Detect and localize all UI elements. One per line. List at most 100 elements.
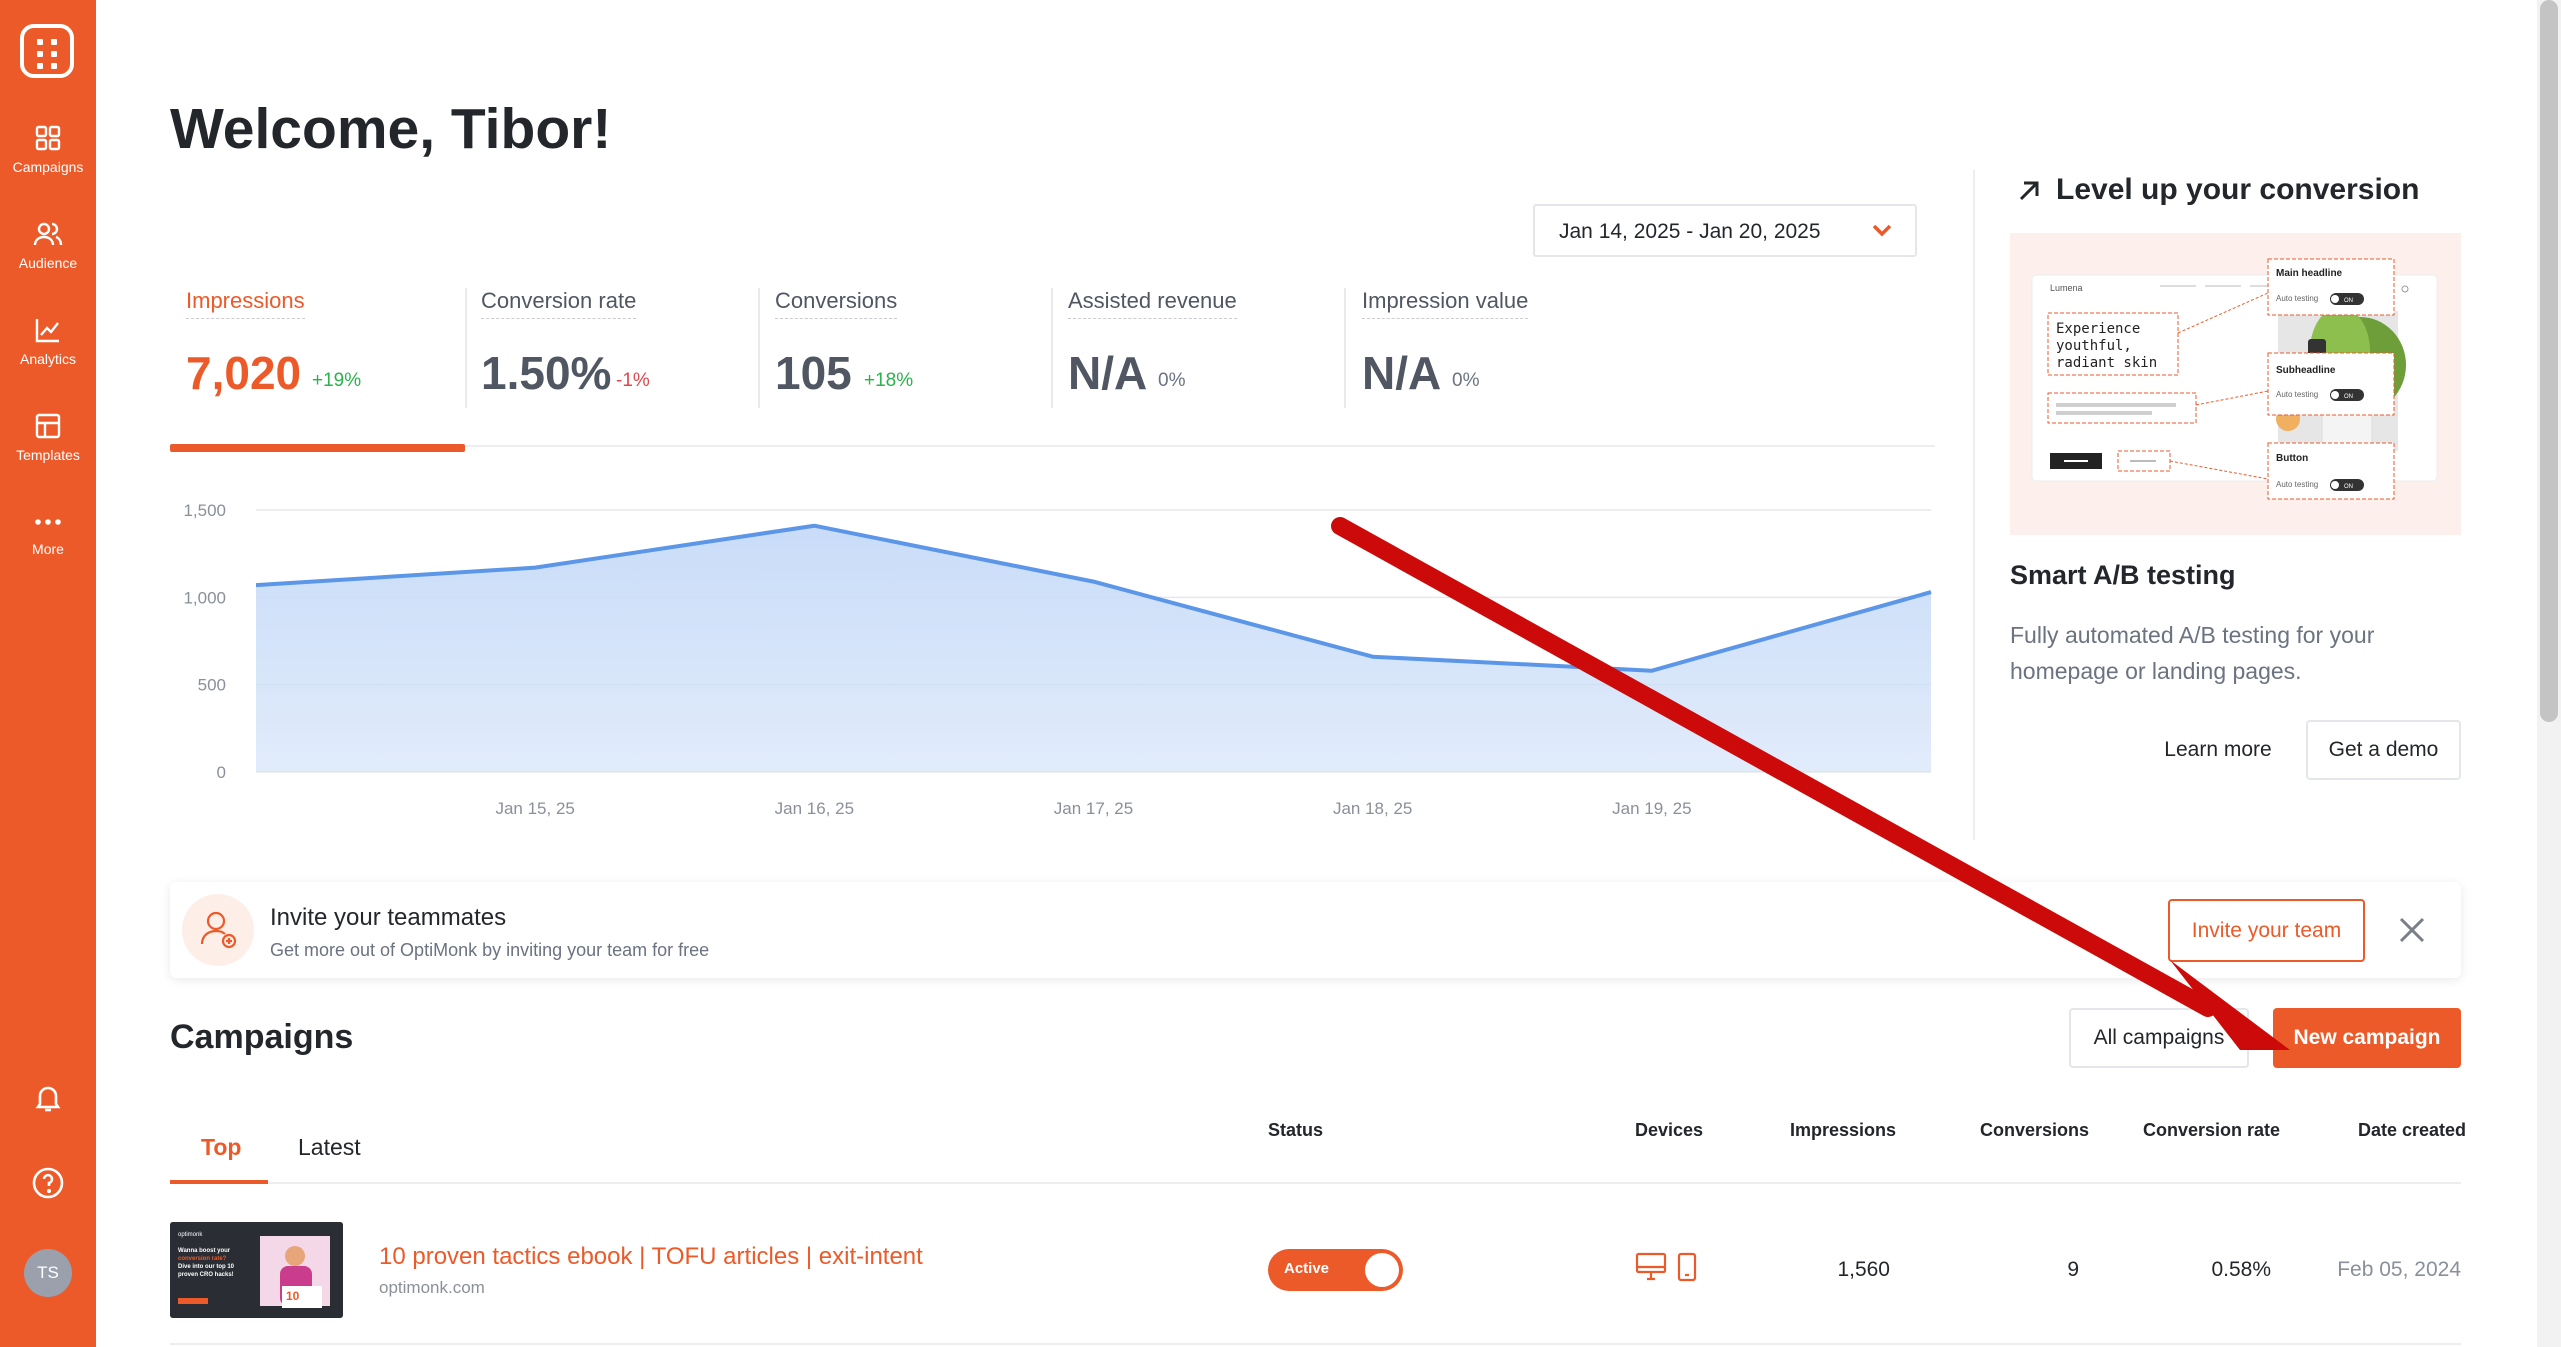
chevron-down-icon bbox=[1872, 224, 1892, 237]
kpi-divider bbox=[465, 288, 467, 408]
sidebar-item-label: Templates bbox=[16, 447, 80, 463]
desktop-icon bbox=[1635, 1252, 1667, 1281]
kpi-name: Assisted revenue bbox=[1068, 288, 1237, 319]
status-toggle-label: Active bbox=[1284, 1260, 1330, 1277]
help-icon[interactable] bbox=[31, 1166, 65, 1200]
sidebar-item-campaigns[interactable]: Campaigns bbox=[0, 124, 96, 177]
promo-card-toggle-label: Auto testing bbox=[2276, 480, 2318, 489]
kpi-value: N/A bbox=[1068, 347, 1148, 399]
kpi-conversion-rate[interactable]: Conversion rate 1.50% -1% bbox=[481, 288, 650, 399]
column-header-conversion-rate[interactable]: Conversion rate bbox=[2143, 1120, 2280, 1141]
status-toggle-knob bbox=[1365, 1253, 1399, 1287]
impressions-cell: 1,560 bbox=[1837, 1258, 1890, 1281]
status-toggle[interactable]: Active bbox=[1268, 1249, 1403, 1291]
thumbnail-headline-line: conversion rate? bbox=[178, 1256, 227, 1262]
tab-top[interactable]: Top bbox=[201, 1134, 241, 1161]
user-add-icon bbox=[182, 894, 254, 966]
promo-brand: Lumena bbox=[2050, 283, 2083, 293]
campaigns-title: Campaigns bbox=[170, 1018, 354, 1056]
sidebar-item-analytics[interactable]: Analytics bbox=[0, 316, 96, 369]
kpi-impression-value[interactable]: Impression value N/A 0% bbox=[1362, 288, 1529, 399]
chart-line-icon bbox=[35, 319, 59, 343]
sidebar-item-label: Audience bbox=[18, 255, 78, 271]
promo-card-toggle-label: Auto testing bbox=[2276, 390, 2318, 399]
conversion-rate-cell: 0.58% bbox=[2211, 1258, 2271, 1281]
kpi-divider bbox=[1051, 288, 1053, 408]
grid-icon bbox=[35, 125, 61, 151]
column-header-impressions[interactable]: Impressions bbox=[1790, 1120, 1896, 1141]
bell-icon[interactable] bbox=[32, 1082, 64, 1114]
kpi-delta: -1% bbox=[616, 370, 650, 391]
kpi-name: Conversion rate bbox=[481, 288, 637, 319]
promo-card-title: Button bbox=[2276, 453, 2308, 464]
sidebar-item-audience[interactable]: Audience bbox=[0, 220, 96, 273]
kpi-name: Impressions bbox=[186, 288, 305, 319]
sidebar-item-label: More bbox=[32, 541, 64, 557]
chart-data-point[interactable] bbox=[811, 523, 817, 529]
thumbnail-headline-line: Dive into our top 10 bbox=[178, 1264, 235, 1270]
kpi-value: 105 bbox=[775, 347, 852, 399]
y-tick-label: 1,000 bbox=[183, 588, 226, 607]
column-header-conversions[interactable]: Conversions bbox=[1980, 1120, 2089, 1141]
thumbnail-headline-line: Wanna boost your bbox=[178, 1248, 231, 1254]
avatar[interactable]: TS bbox=[24, 1249, 72, 1297]
y-tick-label: 0 bbox=[217, 763, 226, 782]
thumbnail-brand: optimonk bbox=[178, 1232, 203, 1238]
sidebar-item-more[interactable]: More bbox=[0, 510, 96, 559]
kpi-assisted-revenue[interactable]: Assisted revenue N/A 0% bbox=[1068, 288, 1237, 399]
kpi-delta: 0% bbox=[1452, 370, 1480, 391]
scrollbar-thumb[interactable] bbox=[2540, 0, 2558, 722]
promo-card-toggle-state: ON bbox=[2344, 394, 2353, 400]
ab-testing-illustration: Lumena Experience youthful, radiant skin… bbox=[2010, 233, 2461, 535]
thumbnail-headline-line: proven CRO hacks! bbox=[178, 1272, 234, 1278]
date-range-value: Jan 14, 2025 - Jan 20, 2025 bbox=[1559, 220, 1821, 243]
get-demo-button[interactable]: Get a demo bbox=[2306, 720, 2461, 780]
level-up-title: Level up your conversion bbox=[2056, 173, 2420, 206]
invite-title: Invite your teammates bbox=[270, 904, 507, 931]
campaign-thumbnail[interactable]: optimonk Wanna boost your conversion rat… bbox=[170, 1222, 343, 1318]
annotation-arrow bbox=[1331, 517, 2290, 1050]
chart-data-point[interactable] bbox=[253, 582, 259, 588]
promo-card-toggle-label: Auto testing bbox=[2276, 294, 2318, 303]
kpi-name: Conversions bbox=[775, 288, 898, 319]
promo-card-toggle-state: ON bbox=[2344, 298, 2353, 304]
kpi-active-indicator bbox=[170, 444, 465, 452]
date-created-cell: Feb 05, 2024 bbox=[2337, 1258, 2461, 1281]
optimonk-logo-icon[interactable] bbox=[20, 24, 74, 78]
sidebar-item-templates[interactable]: Templates bbox=[0, 412, 96, 465]
chart-data-point[interactable] bbox=[1091, 579, 1097, 585]
new-campaign-button[interactable]: New campaign bbox=[2273, 1008, 2461, 1068]
campaign-name-link[interactable]: 10 proven tactics ebook | TOFU articles … bbox=[379, 1243, 923, 1271]
sidebar-item-label: Analytics bbox=[19, 351, 77, 367]
kpi-divider bbox=[758, 288, 760, 408]
column-header-date-created[interactable]: Date created bbox=[2358, 1120, 2466, 1141]
kpi-delta: 0% bbox=[1158, 370, 1186, 391]
thumbnail-badge: 10 bbox=[286, 1289, 300, 1303]
kpi-divider bbox=[1344, 288, 1346, 408]
sidebar-item-label: Campaigns bbox=[12, 159, 84, 175]
tab-active-indicator bbox=[170, 1180, 268, 1184]
date-range-picker[interactable]: Jan 14, 2025 - Jan 20, 2025 bbox=[1533, 204, 1917, 257]
promo-card-title: Main headline bbox=[2276, 268, 2343, 279]
sidebar: Campaigns Audience Analytics Templates M… bbox=[0, 0, 96, 1347]
scrollbar[interactable] bbox=[2537, 0, 2561, 1347]
kpi-conversions[interactable]: Conversions 105 +18% bbox=[775, 288, 913, 399]
kpi-value: 7,020 bbox=[186, 347, 302, 399]
chart-data-point[interactable] bbox=[532, 565, 538, 571]
mobile-icon bbox=[1677, 1252, 1697, 1282]
tab-latest[interactable]: Latest bbox=[298, 1134, 361, 1161]
tabs-baseline bbox=[170, 1182, 2461, 1184]
kpi-value: N/A bbox=[1362, 347, 1442, 399]
kpi-impressions[interactable]: Impressions 7,020 +19% bbox=[186, 288, 361, 399]
x-tick-label: Jan 15, 25 bbox=[495, 799, 574, 818]
kpi-value: 1.50% bbox=[481, 347, 612, 399]
x-tick-label: Jan 16, 25 bbox=[775, 799, 854, 818]
layout-icon bbox=[35, 413, 61, 439]
x-tick-label: Jan 17, 25 bbox=[1054, 799, 1133, 818]
kpi-delta: +18% bbox=[864, 370, 914, 391]
promo-hero-line-3: radiant skin bbox=[2056, 355, 2157, 371]
kpi-name: Impression value bbox=[1362, 288, 1529, 319]
page-title: Welcome, Tibor! bbox=[170, 97, 612, 161]
users-icon bbox=[33, 222, 63, 246]
close-icon[interactable] bbox=[2398, 916, 2426, 944]
